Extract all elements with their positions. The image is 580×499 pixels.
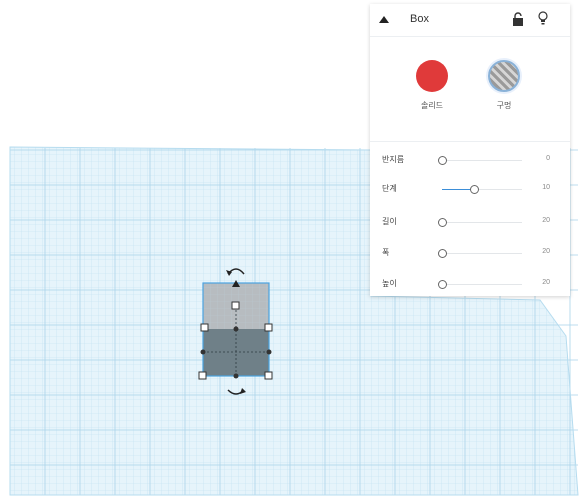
param-slider-track[interactable]	[442, 253, 522, 254]
param-label: 반지름	[382, 155, 405, 164]
param-slider-track[interactable]	[442, 284, 522, 285]
param-slider-knob[interactable]	[438, 280, 447, 289]
hole-label: 구멍	[496, 101, 512, 110]
param-value[interactable]: 0	[546, 155, 550, 162]
shape-title: Box	[410, 13, 429, 25]
param-slider-knob[interactable]	[438, 156, 447, 165]
param-label: 단계	[382, 184, 397, 193]
shape-inspector-panel: Box 솔리드 구멍 반지름 0 단계 10 길이 20 폭 20 높이 20	[370, 4, 570, 296]
param-slider-knob[interactable]	[438, 218, 447, 227]
param-slider-knob[interactable]	[438, 249, 447, 258]
panel-divider	[370, 141, 570, 142]
param-slider-track[interactable]	[442, 160, 522, 161]
param-row-height: 높이 20	[370, 273, 570, 295]
light-bulb-icon[interactable]	[538, 11, 548, 26]
param-row-width: 폭 20	[370, 242, 570, 264]
param-row-length: 길이 20	[370, 211, 570, 233]
param-slider-track[interactable]	[442, 222, 522, 223]
param-value[interactable]: 10	[542, 184, 550, 191]
param-label: 높이	[382, 279, 397, 288]
param-value[interactable]: 20	[542, 248, 550, 255]
param-slider-knob[interactable]	[470, 185, 479, 194]
panel-header: Box	[370, 4, 570, 37]
param-row-radius: 반지름 0	[370, 149, 570, 171]
param-row-steps: 단계 10	[370, 178, 570, 200]
lock-icon[interactable]	[512, 12, 524, 26]
param-value[interactable]: 20	[542, 217, 550, 224]
param-label: 폭	[382, 248, 390, 257]
param-value[interactable]: 20	[542, 279, 550, 286]
param-label: 길이	[382, 217, 397, 226]
solid-label: 솔리드	[420, 101, 444, 110]
triangle-up-icon[interactable]	[379, 15, 389, 23]
solid-color-swatch[interactable]	[416, 60, 448, 92]
hole-swatch[interactable]	[488, 60, 520, 92]
